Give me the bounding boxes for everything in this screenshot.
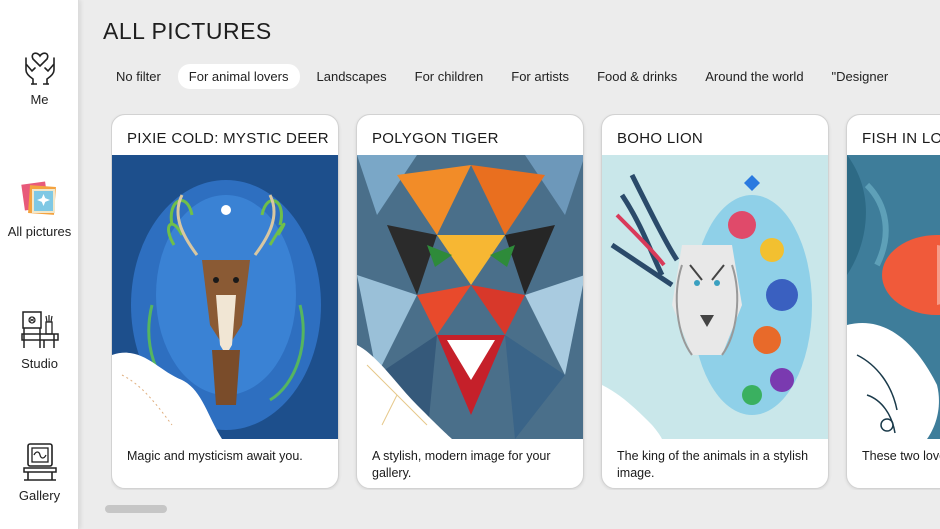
picture-card-boho-lion[interactable]: BOHO LION The king of the animals in a s… xyxy=(601,114,829,489)
filter-chip[interactable]: No filter xyxy=(105,64,172,89)
picture-card-mystic-deer[interactable]: PIXIE COLD: MYSTIC DEER Magic and mystic… xyxy=(111,114,339,489)
filter-chip-active[interactable]: For animal lovers xyxy=(177,64,300,89)
filter-chip[interactable]: Landscapes xyxy=(306,64,398,89)
easel-desk-icon xyxy=(20,311,59,348)
polygon-tiger-artwork xyxy=(357,155,583,439)
page-title: ALL PICTURES xyxy=(103,18,272,44)
card-title: FISH IN LOVE xyxy=(862,130,940,147)
framed-art-icon xyxy=(22,443,57,481)
nav-item-gallery[interactable]: Gallery xyxy=(0,442,79,503)
nav-item-label: Me xyxy=(30,92,49,107)
filter-chip[interactable]: For children xyxy=(404,64,495,89)
card-title: POLYGON TIGER xyxy=(372,130,499,147)
filter-chip[interactable]: Around the world xyxy=(694,64,814,89)
sidebar: Me All pictures Studio Gallery xyxy=(0,0,79,529)
card-title: PIXIE COLD: MYSTIC DEER xyxy=(127,130,329,147)
card-title: BOHO LION xyxy=(617,130,704,147)
boho-lion-artwork xyxy=(602,155,828,439)
picture-card-polygon-tiger[interactable]: POLYGON TIGER A stylish, modern image fo… xyxy=(356,114,584,489)
filter-chip[interactable]: Food & drinks xyxy=(586,64,688,89)
pictures-stack-icon xyxy=(20,181,56,215)
filter-chip[interactable]: "Designer xyxy=(821,64,900,89)
nav-item-label: All pictures xyxy=(7,224,72,239)
picture-card-fish-in-love[interactable]: FISH IN LOVE These two love xyxy=(846,114,940,489)
card-description: Magic and mysticism await you. xyxy=(127,449,303,463)
mystic-deer-artwork xyxy=(112,155,338,439)
filter-chip[interactable]: For artists xyxy=(500,64,580,89)
card-description: The king of the animals in a stylish ima… xyxy=(617,449,809,480)
nav-item-studio[interactable]: Studio xyxy=(0,310,79,371)
nav-item-me[interactable]: Me xyxy=(0,46,79,107)
card-description: A stylish, modern image for your gallery… xyxy=(372,449,551,480)
card-description: These two love xyxy=(862,449,940,463)
filter-bar: No filter For animal lovers Landscapes F… xyxy=(105,64,905,89)
fish-in-love-artwork xyxy=(847,155,940,439)
picture-list: PIXIE COLD: MYSTIC DEER Magic and mystic… xyxy=(111,114,940,490)
horizontal-scrollbar[interactable] xyxy=(105,505,167,513)
nav-item-label: Studio xyxy=(21,356,58,371)
nav-item-all-pictures[interactable]: All pictures xyxy=(0,178,79,239)
nav-item-label: Gallery xyxy=(18,488,61,503)
hands-heart-icon xyxy=(24,52,55,85)
